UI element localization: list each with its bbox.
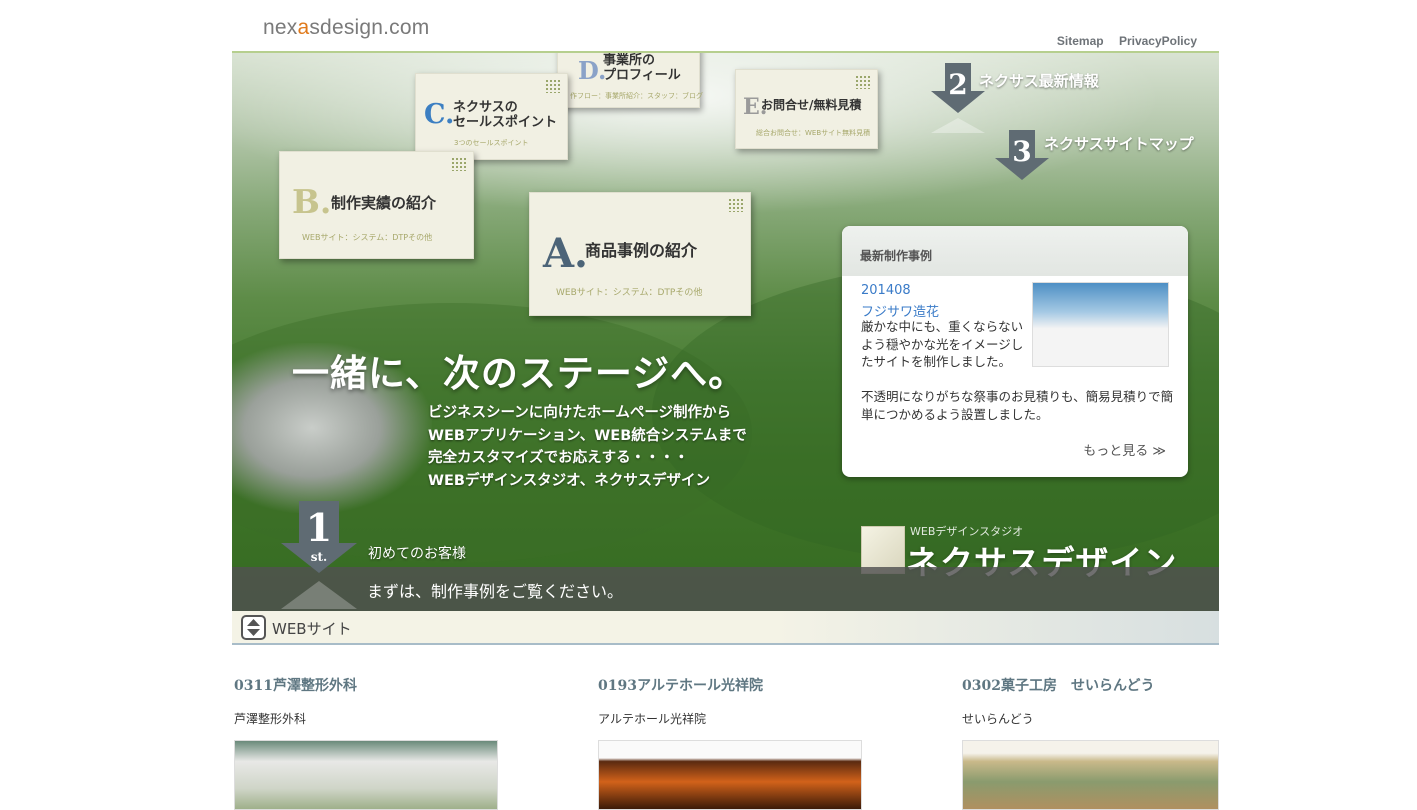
sitemap-link[interactable]: Sitemap [1057,34,1104,48]
hero-bottom-bar[interactable]: まずは、制作事例をご覧ください。 [232,567,1219,611]
page: nexasdesign.com Sitemap PrivacyPolicy D.… [232,0,1219,810]
card-subtitle: WEBサイト：システム：DTPその他 [302,233,433,242]
card-subtitle: 3つのセールスポイント [454,139,529,147]
card-title: 事業所の プロフィール [603,53,681,83]
step-number: 1 [306,505,332,550]
work-thumbnail[interactable] [598,740,862,810]
card-letter: A. [543,230,588,277]
latest-works-panel: 最新制作事例 201408 フジサワ造花 厳かな中にも、重くならないよう穏やかな… [842,226,1188,477]
lead-line: WEBデザインスタジオ、ネクサスデザイン [428,472,710,489]
step-number: 3 [1012,135,1031,168]
work-description-2: 不透明になりがちな祭事のお見積りも、簡易見積りで簡単につかめるよう設置しました。 [861,389,1174,422]
up-down-arrow-icon [247,619,260,636]
dots-icon [728,198,744,212]
work-title[interactable]: 0302菓子工房 せいらんどう [962,675,1227,695]
header-links: Sitemap PrivacyPolicy [1045,34,1197,48]
card-title: 制作実績の紹介 [331,194,437,212]
lead-line: 完全カスタマイズでお応えする・・・・ [428,450,689,466]
expand-toggle-icon[interactable] [241,615,266,640]
step-3-label[interactable]: ネクサスサイトマップ [1044,133,1194,154]
logo-text-2: sdesign.com [309,16,430,39]
card-title: 商品事例の紹介 [585,241,698,260]
card-title: お問合せ/無料見積 [761,98,862,112]
more-link[interactable]: もっと見る ≫ [1083,440,1166,459]
panel-title: 最新制作事例 [860,249,933,263]
lead-line: ビジネスシーンに向けたホームページ制作から [428,405,732,421]
category-tab-bar: WEBサイト [232,611,1219,645]
step-1-label[interactable]: 初めてのお客様 [368,543,466,563]
lead-line: WEBアプリケーション、WEB統合システムまで [428,427,747,444]
work-thumbnail[interactable] [962,740,1219,810]
work-thumbnail[interactable] [1032,282,1169,367]
card-letter: C. [424,99,455,130]
nav-card-product-cases[interactable]: A. 商品事例の紹介 WEBサイト：システム：DTPその他 [529,192,751,316]
work-subtitle: アルテホール光祥院 [598,712,707,726]
work-title[interactable]: 0311芦澤整形外科 [234,675,499,695]
card-subtitle: 作フロー：事業所紹介：スタッフ：ブログ [570,92,703,100]
work-thumbnail[interactable] [234,740,498,810]
work-subtitle: せいらんどう [962,712,1034,726]
logo-text-1: nex [263,16,298,39]
work-item: 0193アルテホール光祥院 アルテホール光祥院 [598,675,863,810]
dots-icon [545,79,561,93]
step-suffix: st. [311,550,327,564]
nav-card-sales-points[interactable]: C. ネクサスの セールスポイント 3つのセールスポイント [415,73,568,160]
step-number: 2 [948,68,967,101]
work-item: 0311芦澤整形外科 芦澤整形外科 [234,675,499,810]
privacy-policy-link[interactable]: PrivacyPolicy [1119,34,1197,48]
hero-lead: ビジネスシーンに向けたホームページ制作から WEBアプリケーション、WEB統合シ… [428,402,747,492]
work-item: 0302菓子工房 せいらんどう せいらんどう [962,675,1227,810]
logo-text-accent: a [297,16,310,39]
nav-card-profile[interactable]: D. 事業所の プロフィール 作フロー：事業所紹介：スタッフ：ブログ [557,53,703,108]
nav-card-track-record[interactable]: B. 制作実績の紹介 WEBサイト：システム：DTPその他 [279,151,474,259]
step-1-arrow-icon[interactable]: 1 st. [279,501,359,611]
step-2-label[interactable]: ネクサス最新情報 [979,70,1099,91]
step-3-arrow-icon[interactable]: 3 [994,130,1050,190]
work-code-link[interactable]: 201408 [861,283,911,298]
card-title: ネクサスの セールスポイント [453,100,558,130]
step-2-arrow-icon[interactable]: 2 [930,63,986,135]
category-label[interactable]: WEBサイト [272,618,352,639]
dots-icon [451,157,467,171]
card-letter: B. [292,182,332,221]
bottom-bar-text: まずは、制作事例をご覧ください。 [367,582,624,601]
site-logo[interactable]: nexasdesign.com [263,16,429,40]
card-subtitle: WEBサイト：システム：DTPその他 [556,288,703,298]
nav-card-contact[interactable]: E. お問合せ/無料見積 総合お問合せ：WEBサイト無料見積 [735,69,878,149]
hero-headline: 一緒に、次のステージへ。 [292,351,747,395]
card-subtitle: 総合お問合せ：WEBサイト無料見積 [756,129,871,137]
dots-icon [855,75,871,89]
work-subtitle: 芦澤整形外科 [234,712,307,726]
work-title[interactable]: 0193アルテホール光祥院 [598,675,863,695]
work-description: 厳かな中にも、重くならないよう穏やかな光をイメージしたサイトを制作しました。 [861,319,1024,369]
hero-banner: D. 事業所の プロフィール 作フロー：事業所紹介：スタッフ：ブログ C. ネク… [232,53,1219,611]
